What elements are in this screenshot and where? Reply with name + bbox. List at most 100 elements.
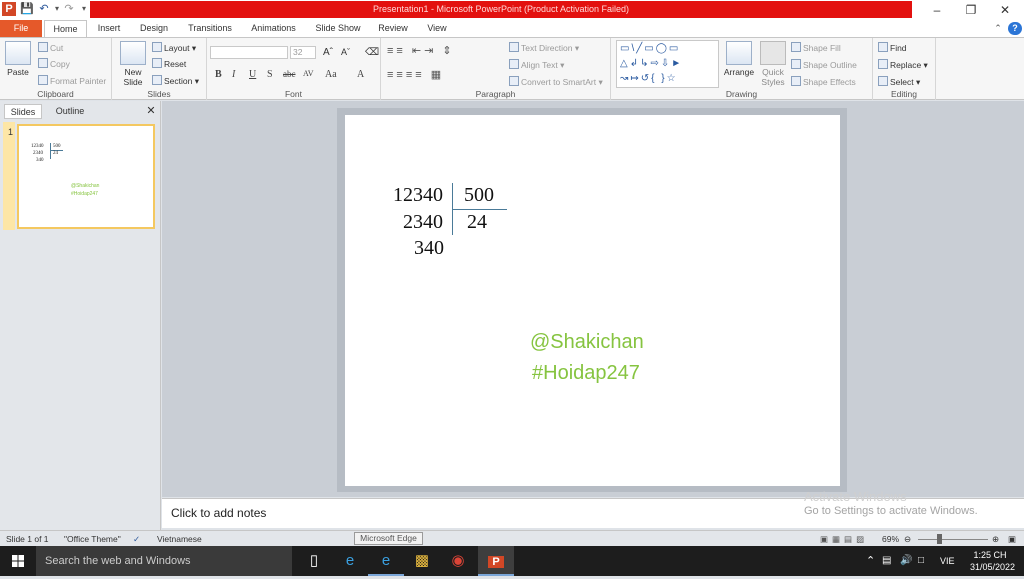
font-name-field[interactable] [210, 46, 288, 59]
quick-styles-button[interactable]: Quick Styles [758, 41, 788, 87]
cut-button[interactable]: Cut [38, 42, 63, 53]
edge-tooltip: Microsoft Edge [354, 532, 423, 545]
file-explorer-icon[interactable]: ▩ [404, 546, 440, 576]
arrange-button[interactable]: Arrange [723, 41, 755, 77]
tab-home[interactable]: Home [44, 20, 87, 38]
text-direction-button[interactable]: Text Direction ▾ [509, 42, 579, 54]
shape-effects-button[interactable]: Shape Effects [791, 76, 856, 87]
grow-font-icon[interactable]: Aˆ [323, 47, 333, 58]
tab-design[interactable]: Design [134, 20, 174, 37]
edge-icon[interactable]: e [332, 546, 368, 576]
tab-file[interactable]: File [0, 20, 42, 37]
tab-slideshow[interactable]: Slide Show [309, 20, 367, 37]
font-size-field[interactable]: 32 [290, 46, 316, 59]
shape-fill-button[interactable]: Shape Fill [791, 42, 841, 53]
volume-icon[interactable]: 🔊 [900, 546, 912, 576]
zoom-slider-thumb[interactable] [937, 534, 942, 544]
slide-thumbnail-number: 1 [8, 127, 14, 137]
powerpoint-app-icon[interactable]: P [2, 2, 16, 16]
close-panel-icon[interactable]: ✕ [144, 104, 158, 119]
character-spacing-icon[interactable]: AV [303, 69, 314, 78]
tray-chevron-icon[interactable]: ⌃ [866, 546, 875, 576]
theme-name[interactable]: "Office Theme" [64, 532, 121, 546]
strikethrough-icon[interactable]: abc [283, 69, 296, 79]
format-painter-label: Format Painter [50, 76, 107, 86]
minimize-button[interactable]: – [920, 0, 954, 20]
edge-legacy-icon[interactable]: e [368, 546, 404, 576]
minimize-ribbon-icon[interactable]: ⌃ [992, 20, 1004, 37]
align-text-icon [509, 59, 519, 69]
taskbar-search[interactable]: Search the web and Windows [36, 546, 292, 576]
bold-icon[interactable]: B [215, 69, 222, 80]
zoom-in-icon[interactable]: ⊕ [992, 532, 999, 546]
windows-start-button[interactable] [0, 546, 36, 576]
tab-slides[interactable]: Slides [4, 104, 42, 119]
convert-smartart-button[interactable]: Convert to SmartArt ▾ [509, 76, 603, 88]
slide-thumbnail[interactable]: 12340 500 2340 24 340 @Shakichan #Hoidap… [17, 124, 155, 229]
align-text-button[interactable]: Align Text ▾ [509, 59, 564, 71]
underline-icon[interactable]: U [249, 69, 256, 80]
clock-date: 31/05/2022 [970, 562, 1016, 572]
select-button[interactable]: Select ▾ [878, 76, 920, 88]
clear-formatting-icon[interactable]: ⌫ [365, 47, 379, 58]
shape-outline-button[interactable]: Shape Outline [791, 59, 857, 70]
tab-insert[interactable]: Insert [90, 20, 128, 37]
tab-view[interactable]: View [420, 20, 454, 37]
copy-button[interactable]: Copy [38, 58, 70, 69]
restore-button[interactable]: ❐ [954, 0, 988, 20]
shape-fill-label: Shape Fill [803, 43, 841, 53]
paste-button[interactable]: Paste [4, 41, 32, 77]
list-buttons[interactable]: ≡≡ ⇤⇥ ⇕ [387, 44, 455, 57]
new-slide-icon [120, 41, 146, 65]
arrange-label: Arrange [723, 67, 755, 77]
tab-animations[interactable]: Animations [246, 20, 301, 37]
cursor-icon [878, 76, 888, 86]
format-painter-button[interactable]: Format Painter [38, 75, 106, 86]
change-case-icon[interactable]: Aa [325, 69, 337, 80]
action-center-icon[interactable]: □ [918, 546, 924, 576]
text-shadow-icon[interactable]: S [267, 69, 273, 80]
spellcheck-icon[interactable]: ✓ [133, 532, 140, 546]
slide-count[interactable]: Slide 1 of 1 [6, 532, 49, 546]
layout-button[interactable]: Layout ▾ [152, 42, 196, 54]
powerpoint-taskbar-icon[interactable]: P [478, 546, 514, 576]
find-button[interactable]: Find [878, 42, 907, 53]
slide-divisor: 500 [464, 184, 494, 206]
fit-slide-icon[interactable]: ▣ [1008, 532, 1016, 546]
zoom-slider[interactable] [918, 539, 988, 540]
input-language[interactable]: VIE [940, 546, 955, 576]
task-view-icon[interactable]: ▯ [296, 546, 332, 576]
alignment-buttons[interactable]: ≡≡≡≡ ▦ [387, 68, 444, 81]
shapes-gallery[interactable]: ▭\╱▭◯▭ △↲↳⇨⇩► ↝↦↺{ }☆ [616, 40, 719, 88]
arrange-icon [726, 41, 752, 65]
clock[interactable]: 1:25 CH 31/05/2022 [970, 549, 1016, 579]
zoom-level[interactable]: 69% [882, 532, 899, 546]
customize-qat-icon[interactable]: ▾ [77, 2, 91, 16]
save-icon[interactable]: 💾 [20, 2, 34, 16]
redo-icon[interactable]: ↷ [62, 2, 76, 16]
quick-styles-icon [760, 41, 786, 65]
slide[interactable]: 12340 500 2340 24 340 @Shakichan #Hoidap… [345, 115, 840, 486]
help-icon[interactable]: ? [1008, 22, 1022, 35]
language[interactable]: Vietnamese [157, 532, 202, 546]
shrink-font-icon[interactable]: Aˇ [341, 47, 350, 57]
reset-button[interactable]: Reset [152, 58, 186, 69]
font-color-icon[interactable]: A [357, 69, 364, 80]
clock-time: 1:25 CH [973, 550, 1007, 560]
italic-icon[interactable]: I [232, 69, 235, 80]
section-button[interactable]: Section ▾ [152, 75, 199, 87]
tab-outline[interactable]: Outline [46, 104, 94, 119]
replace-button[interactable]: Replace ▾ [878, 59, 928, 71]
replace-icon [878, 59, 888, 69]
chrome-icon[interactable]: ◉ [440, 546, 476, 576]
tab-transitions[interactable]: Transitions [181, 20, 239, 37]
close-button[interactable]: ✕ [988, 0, 1022, 20]
network-icon[interactable]: ▤ [882, 546, 891, 576]
zoom-out-icon[interactable]: ⊖ [904, 532, 911, 546]
effects-icon [791, 76, 801, 86]
fill-bucket-icon [791, 42, 801, 52]
undo-icon[interactable]: ↶ [37, 2, 51, 16]
new-slide-button[interactable]: New Slide [118, 41, 148, 87]
view-buttons[interactable]: ▣▦▤▨ [820, 532, 868, 546]
tab-review[interactable]: Review [373, 20, 413, 37]
